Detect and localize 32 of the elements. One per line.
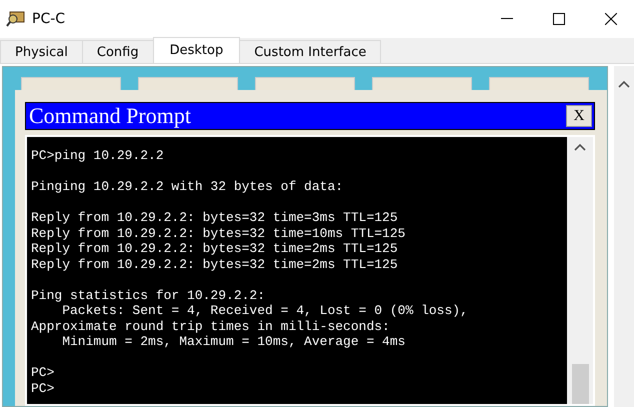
scrollbar-thumb[interactable] bbox=[572, 364, 588, 404]
terminal-line: Reply from 10.29.2.2: bytes=32 time=10ms TTL=125 bbox=[31, 226, 406, 241]
window-title: PC-C bbox=[32, 11, 66, 27]
maximize-icon bbox=[553, 13, 565, 25]
terminal-line: Packets: Sent = 4, Received = 4, Lost = 0 (0% loss), bbox=[61, 303, 469, 318]
terminal-line: Approximate round trip times in milli-seconds: bbox=[31, 318, 391, 334]
tab[interactable]: Custom Interface bbox=[239, 40, 382, 63]
scrollbar[interactable] bbox=[614, 66, 634, 407]
scroll-up-icon[interactable] bbox=[618, 80, 630, 88]
minimize-icon bbox=[501, 18, 513, 20]
terminal-line: Pinging 10.29.2.2 with 32 bytes of data: bbox=[31, 179, 344, 194]
tab[interactable]: Desktop bbox=[152, 37, 240, 63]
terminal-line: PC> bbox=[31, 380, 56, 396]
close-icon bbox=[605, 13, 617, 25]
terminal-line: Reply from 10.29.2.2: bytes=32 time=2ms TTL=125 bbox=[31, 241, 399, 256]
close-button[interactable]: X bbox=[566, 105, 592, 127]
app-tile[interactable] bbox=[489, 77, 589, 90]
app-tile[interactable] bbox=[138, 77, 238, 90]
terminal-line: PC>ping 10.29.2.2 bbox=[31, 148, 165, 164]
terminal-line: Ping statistics for 10.29.2.2: bbox=[31, 288, 266, 303]
app-tile[interactable] bbox=[21, 77, 121, 90]
tab[interactable]: Physical bbox=[0, 40, 83, 63]
app-icon bbox=[6, 10, 26, 28]
scroll-up-icon[interactable] bbox=[574, 143, 586, 151]
terminal-line: Reply from 10.29.2.2: bytes=32 time=3ms TTL=125 bbox=[31, 210, 399, 226]
app-tile[interactable] bbox=[255, 77, 355, 90]
dialog-title: Command Prompt bbox=[29, 103, 192, 129]
terminal-line: PC> bbox=[31, 365, 56, 380]
app-tile[interactable] bbox=[372, 77, 472, 90]
terminal-line: Minimum = 2ms, Maximum = 10ms, Average = 4ms bbox=[61, 334, 406, 350]
terminal-line: Reply from 10.29.2.2: bytes=32 time=2ms TTL=125 bbox=[31, 256, 399, 272]
scrollbar[interactable] bbox=[567, 137, 593, 404]
